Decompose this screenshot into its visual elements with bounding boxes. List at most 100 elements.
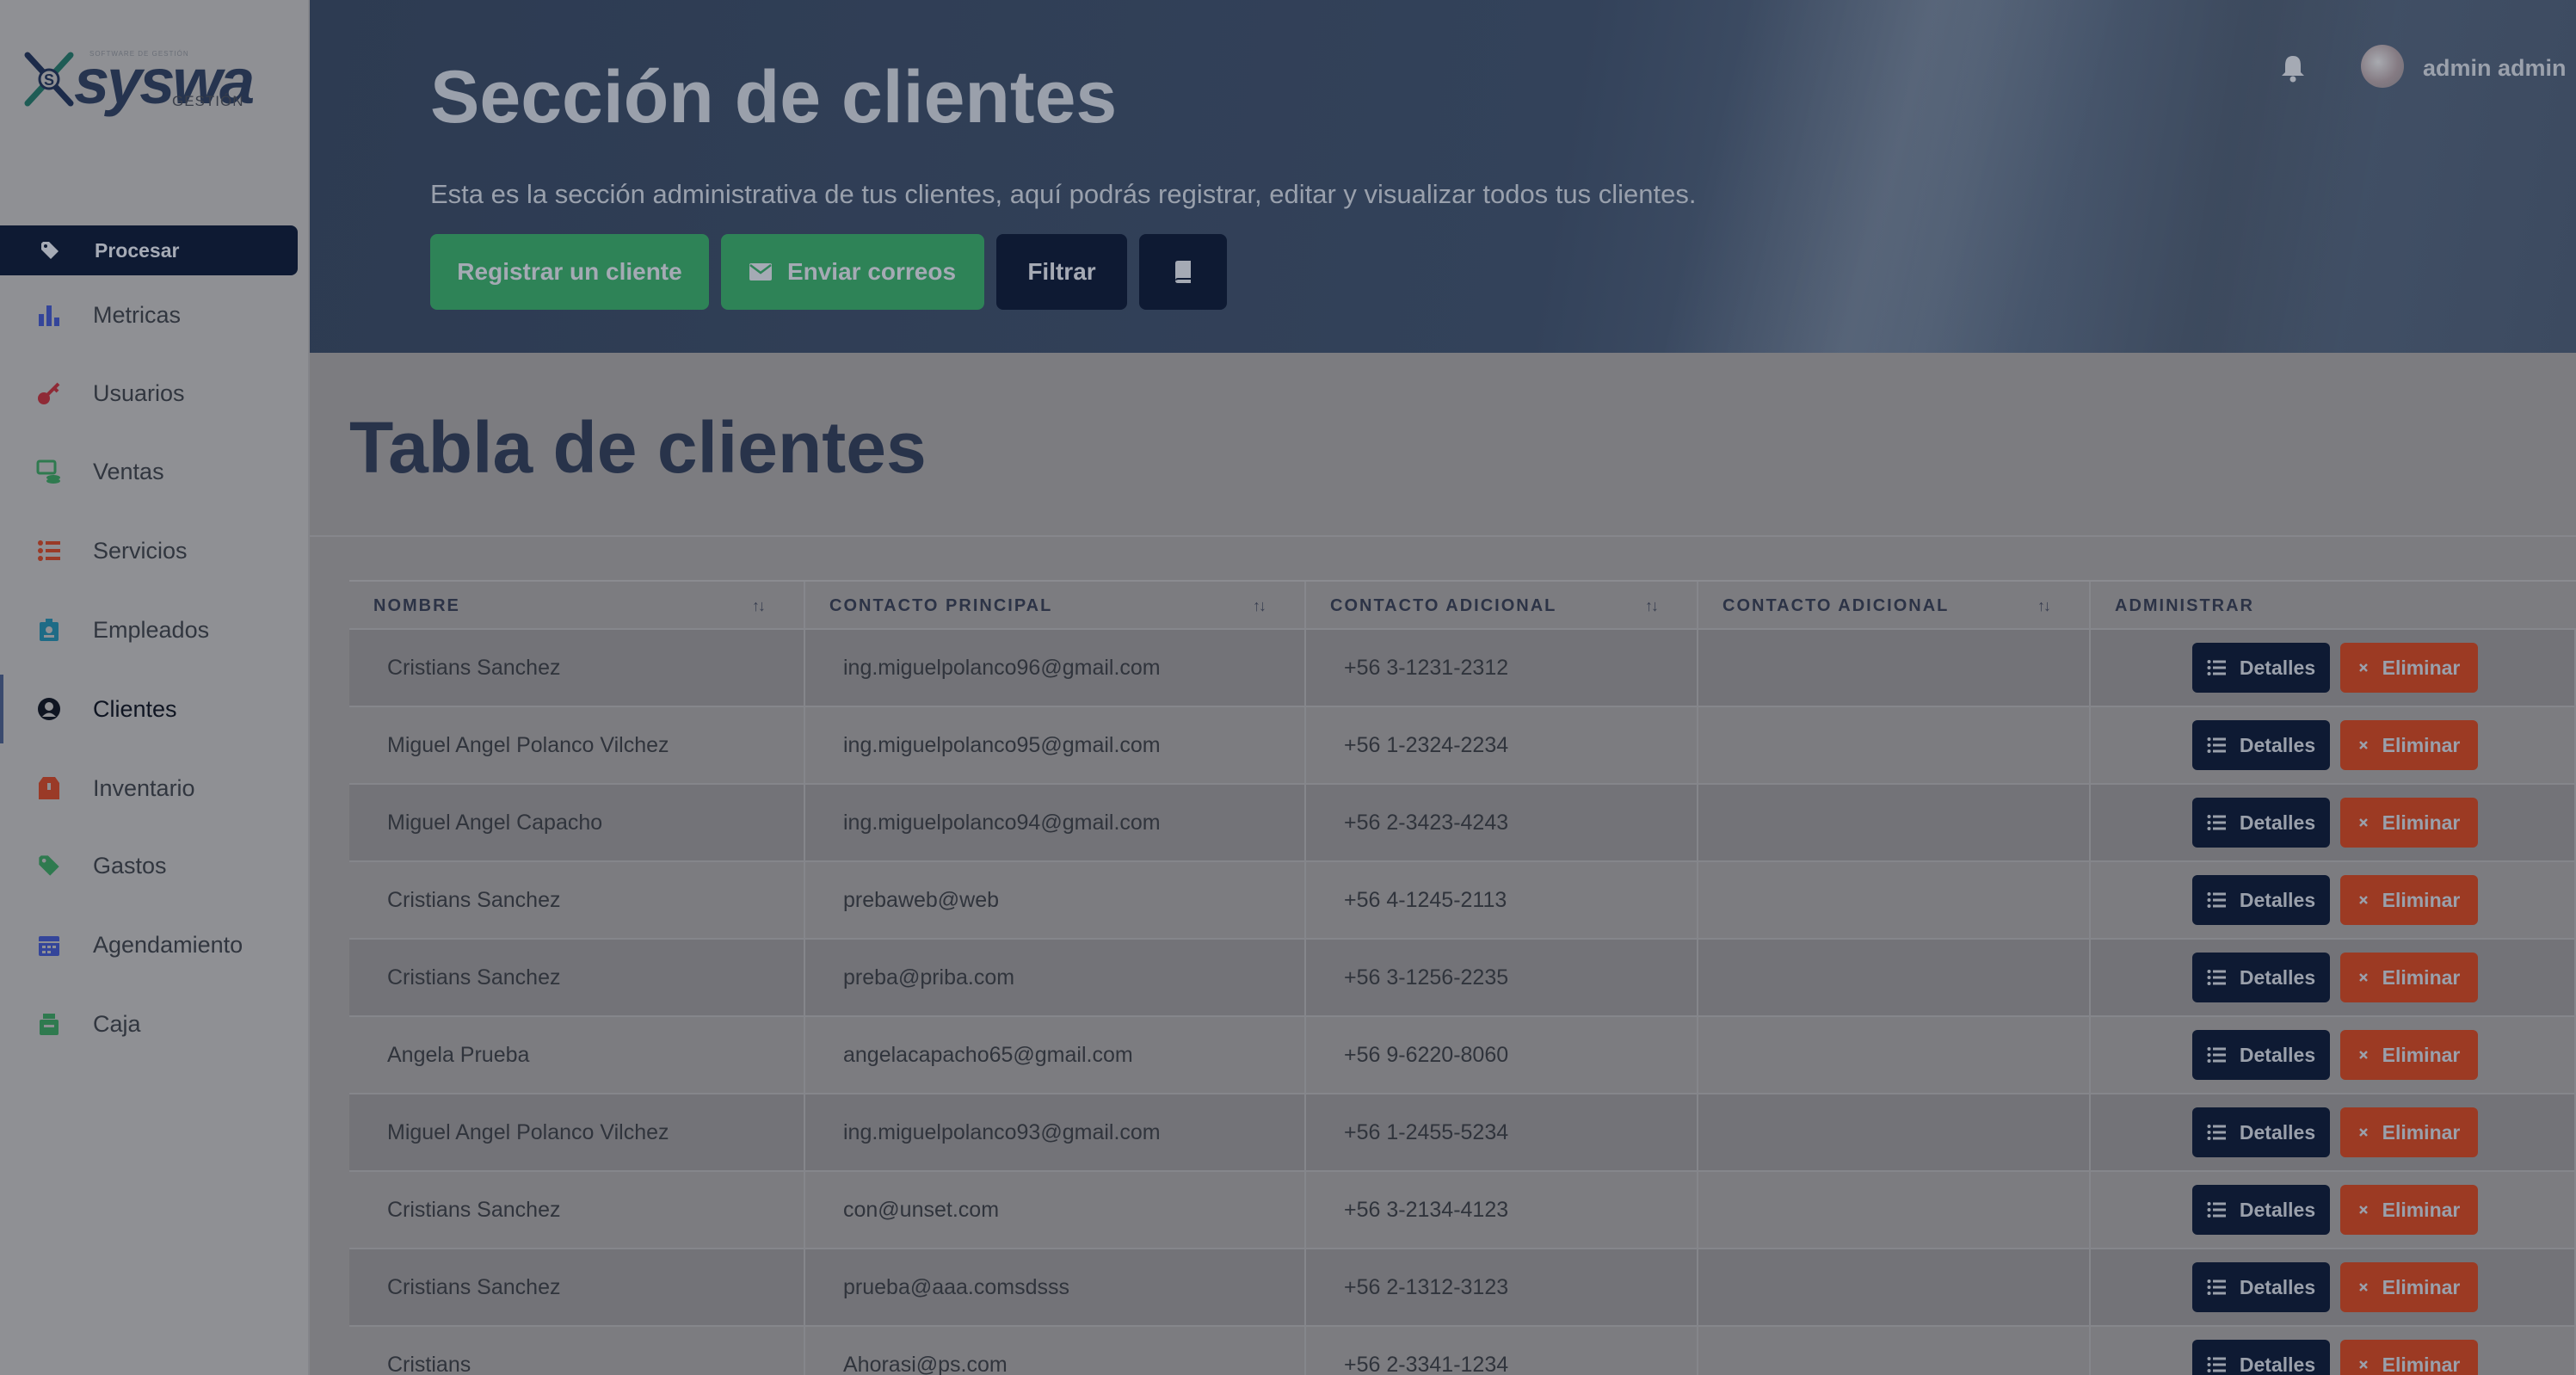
column-header-nombre[interactable]: NOMBRE ↑↓ — [349, 582, 805, 630]
sort-icon[interactable]: ↑↓ — [2037, 597, 2051, 615]
column-header-contacto-adicional-2[interactable]: CONTACTO ADICIONAL ↑↓ — [1698, 582, 2091, 630]
client-phone: +56 2-3341-1234 — [1306, 1327, 1698, 1375]
list-icon — [2207, 970, 2226, 985]
sidebar-item-caja[interactable]: Caja — [0, 990, 308, 1058]
client-name: Cristians Sanchez — [349, 630, 805, 706]
sidebar-item-metricas[interactable]: Metricas — [0, 281, 308, 349]
send-mail-button[interactable]: Enviar correos — [721, 234, 984, 310]
delete-button[interactable]: Eliminar — [2340, 1107, 2478, 1157]
details-button[interactable]: Detalles — [2192, 875, 2330, 925]
client-phone: +56 3-1256-2235 — [1306, 940, 1698, 1015]
book-button[interactable] — [1139, 234, 1227, 310]
row-actions: Detalles Eliminar — [2091, 707, 2576, 783]
details-button[interactable]: Detalles — [2192, 798, 2330, 848]
row-actions: Detalles Eliminar — [2091, 1327, 2576, 1375]
logo-mark-icon: S — [24, 52, 74, 107]
page-header: Sección de clientes Esta es la sección a… — [310, 0, 2576, 353]
client-name: Miguel Angel Capacho — [349, 785, 805, 860]
client-email: preba@priba.com — [805, 940, 1306, 1015]
client-email: ing.miguelpolanco96@gmail.com — [805, 630, 1306, 706]
client-phone: +56 2-1312-3123 — [1306, 1249, 1698, 1325]
list-icon — [2207, 660, 2226, 675]
column-label: CONTACTO ADICIONAL — [1722, 595, 1950, 615]
delete-button[interactable]: Eliminar — [2340, 953, 2478, 1002]
sidebar-item-usuarios[interactable]: Usuarios — [0, 359, 308, 428]
delete-button[interactable]: Eliminar — [2340, 643, 2478, 693]
table-row: Angela Prueba angelacapacho65@gmail.com +5… — [349, 1017, 2576, 1094]
column-header-administrar: ADMINISTRAR — [2091, 582, 2576, 630]
client-phone: +56 3-1231-2312 — [1306, 630, 1698, 706]
client-email: ing.miguelpolanco95@gmail.com — [805, 707, 1306, 783]
client-email: ing.miguelpolanco94@gmail.com — [805, 785, 1306, 860]
details-button[interactable]: Detalles — [2192, 1107, 2330, 1157]
user-name[interactable]: admin admin — [2423, 55, 2567, 82]
details-label: Detalles — [2239, 888, 2316, 911]
details-label: Detalles — [2239, 656, 2316, 679]
details-label: Detalles — [2239, 1043, 2316, 1066]
send-mail-label: Enviar correos — [786, 258, 957, 285]
client-extra-contact — [1698, 1017, 2091, 1093]
table-row: Cristians Sanchez prueba@aaa.comsdsss +56 … — [349, 1249, 2576, 1327]
column-header-contacto-principal[interactable]: CONTACTO PRINCIPAL ↑↓ — [805, 582, 1306, 630]
delete-button[interactable]: Eliminar — [2340, 1340, 2478, 1375]
details-button[interactable]: Detalles — [2192, 643, 2330, 693]
table-body: Cristians Sanchez ing.miguelpolanco96@gma… — [349, 630, 2576, 1375]
key-icon — [34, 379, 64, 408]
register-client-button[interactable]: Registrar un cliente — [430, 234, 709, 310]
delete-label: Eliminar — [2382, 965, 2461, 989]
delete-label: Eliminar — [2382, 1275, 2461, 1298]
table-title: Tabla de clientes — [349, 407, 927, 488]
details-button[interactable]: Detalles — [2192, 1340, 2330, 1375]
details-button[interactable]: Detalles — [2192, 720, 2330, 770]
sales-icon — [34, 457, 64, 486]
sidebar-item-label: Ventas — [93, 458, 164, 484]
delete-button[interactable]: Eliminar — [2340, 720, 2478, 770]
sidebar-item-gastos[interactable]: Gastos — [0, 831, 308, 900]
row-actions: Detalles Eliminar — [2091, 630, 2576, 706]
client-name: Cristians Sanchez — [349, 1249, 805, 1325]
column-header-contacto-adicional[interactable]: CONTACTO ADICIONAL ↑↓ — [1306, 582, 1698, 630]
sort-icon[interactable]: ↑↓ — [1645, 597, 1659, 615]
close-icon — [2358, 1283, 2368, 1292]
close-icon — [2358, 1051, 2368, 1059]
client-extra-contact — [1698, 707, 2091, 783]
delete-button[interactable]: Eliminar — [2340, 798, 2478, 848]
delete-label: Eliminar — [2382, 1198, 2461, 1221]
delete-button[interactable]: Eliminar — [2340, 875, 2478, 925]
details-button[interactable]: Detalles — [2192, 1030, 2330, 1080]
details-button[interactable]: Detalles — [2192, 953, 2330, 1002]
table-row: Cristians Ahorasi@ps.com +56 2-3341-1234 De… — [349, 1327, 2576, 1375]
delete-button[interactable]: Eliminar — [2340, 1030, 2478, 1080]
avatar[interactable] — [2361, 45, 2404, 88]
row-actions: Detalles Eliminar — [2091, 1172, 2576, 1248]
delete-button[interactable]: Eliminar — [2340, 1262, 2478, 1312]
sidebar-item-servicios[interactable]: Servicios — [0, 516, 308, 585]
background-decoration — [1644, 0, 2124, 353]
sort-icon[interactable]: ↑↓ — [1253, 597, 1266, 615]
sidebar-item-clientes[interactable]: Clientes — [0, 675, 308, 743]
client-name: Cristians — [349, 1327, 805, 1375]
brand-logo[interactable]: S SOFTWARE DE GESTIÓN syswa GESTIÓN — [21, 46, 255, 117]
user-circle-icon — [34, 694, 64, 724]
sidebar-item-inventario[interactable]: Inventario — [0, 754, 308, 823]
sidebar-item-ventas[interactable]: Ventas — [0, 437, 308, 506]
tag-icon — [34, 851, 64, 880]
details-button[interactable]: Detalles — [2192, 1185, 2330, 1235]
list-icon — [2207, 1047, 2226, 1063]
client-email: ing.miguelpolanco93@gmail.com — [805, 1094, 1306, 1170]
close-icon — [2358, 1205, 2368, 1214]
details-button[interactable]: Detalles — [2192, 1262, 2330, 1312]
list-icon — [2207, 1125, 2226, 1140]
filter-button[interactable]: Filtrar — [996, 234, 1127, 310]
delete-button[interactable]: Eliminar — [2340, 1185, 2478, 1235]
delete-label: Eliminar — [2382, 811, 2461, 834]
sidebar-item-procesar[interactable]: Procesar — [0, 225, 298, 275]
close-icon — [2358, 663, 2368, 672]
sidebar-item-label: Gastos — [93, 852, 167, 879]
list-icon — [2207, 737, 2226, 753]
sort-icon[interactable]: ↑↓ — [752, 597, 766, 615]
sidebar-item-empleados[interactable]: Empleados — [0, 595, 308, 664]
bell-icon[interactable] — [2280, 53, 2306, 83]
sidebar-item-agendamiento[interactable]: Agendamiento — [0, 910, 308, 979]
column-label: CONTACTO PRINCIPAL — [829, 595, 1053, 615]
